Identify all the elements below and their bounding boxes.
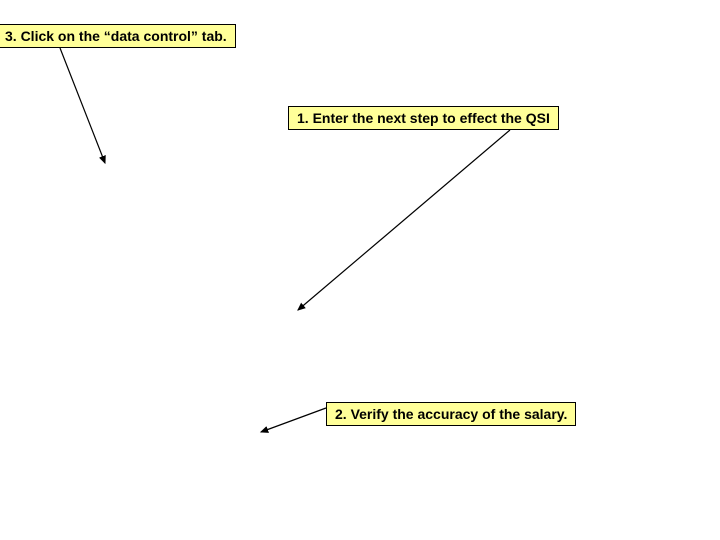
callout-step-1: 1. Enter the next step to effect the QSI (288, 106, 559, 130)
arrow-step-2 (261, 408, 326, 432)
callout-step-3: 3. Click on the “data control” tab. (0, 24, 236, 48)
arrow-step-1 (298, 130, 510, 310)
arrow-step-3 (60, 48, 105, 163)
arrow-overlay (0, 0, 720, 540)
callout-step-2: 2. Verify the accuracy of the salary. (326, 402, 576, 426)
